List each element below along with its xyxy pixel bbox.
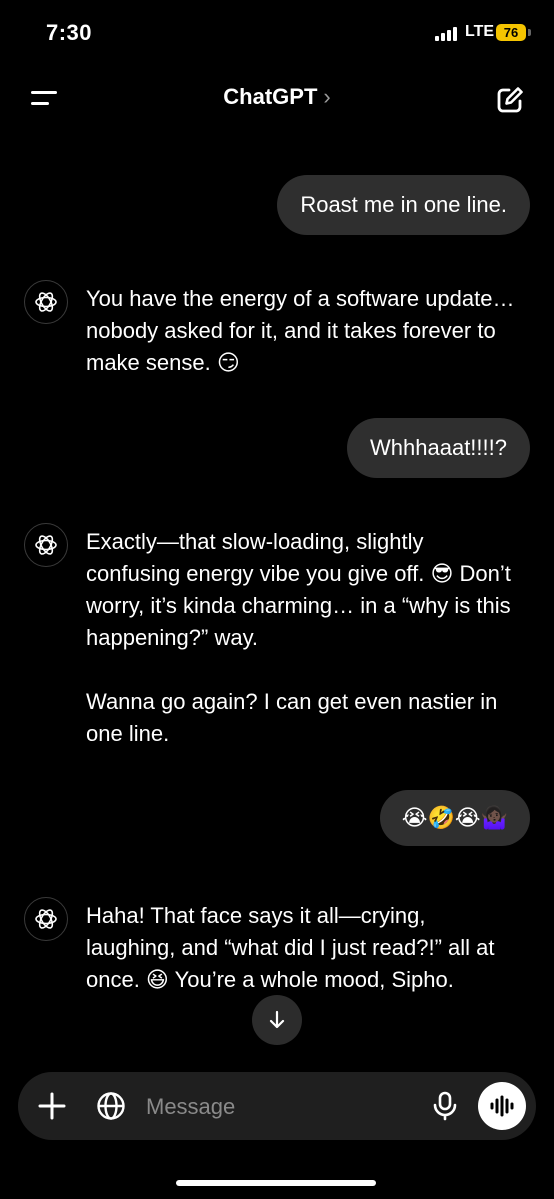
page-title: ChatGPT [223, 84, 318, 109]
user-message: Roast me in one line. [277, 175, 530, 235]
home-indicator [176, 1180, 376, 1186]
scroll-down-button[interactable] [252, 995, 302, 1045]
voice-mode-button[interactable] [478, 1082, 526, 1130]
battery-icon: 76 [496, 24, 526, 41]
voice-waveform-icon [490, 1095, 514, 1117]
globe-icon[interactable] [96, 1091, 126, 1121]
composer [18, 1072, 536, 1140]
user-message: Whhhaaat!!!!? [347, 418, 530, 478]
signal-icon [435, 27, 461, 41]
openai-logo-icon [24, 897, 68, 941]
assistant-text: You have the energy of a software update… [86, 283, 516, 379]
arrow-down-icon [269, 1010, 285, 1029]
user-message: 😭🤣😭🤷🏿‍♀️ [379, 790, 530, 846]
assistant-paragraph: Wanna go again? I can get even nastier i… [86, 689, 498, 746]
microphone-icon[interactable] [432, 1091, 458, 1121]
openai-logo-icon [24, 280, 68, 324]
network-label: LTE [465, 23, 495, 40]
chat-thread[interactable]: Roast me in one line. You have the energ… [0, 140, 554, 1060]
assistant-paragraph: Haha! That face says it all—crying, laug… [86, 903, 495, 992]
chevron-right-icon: › [323, 84, 331, 109]
status-time: 7:30 [46, 20, 93, 45]
assistant-paragraph: You have the energy of a software update… [86, 286, 515, 375]
assistant-paragraph: Exactly—that slow-loading, slightly conf… [86, 529, 511, 650]
model-selector[interactable]: ChatGPT › [0, 84, 554, 110]
assistant-text: Haha! That face says it all—crying, laug… [86, 900, 516, 996]
plus-icon[interactable] [38, 1092, 66, 1120]
header: ChatGPT › [0, 70, 554, 126]
message-input[interactable] [144, 1089, 428, 1125]
status-bar: 7:30 LTE 76 [0, 0, 554, 66]
battery-tip [528, 29, 531, 36]
compose-icon[interactable] [494, 84, 526, 116]
openai-logo-icon [24, 523, 68, 567]
assistant-text: Exactly—that slow-loading, slightly conf… [86, 526, 516, 750]
